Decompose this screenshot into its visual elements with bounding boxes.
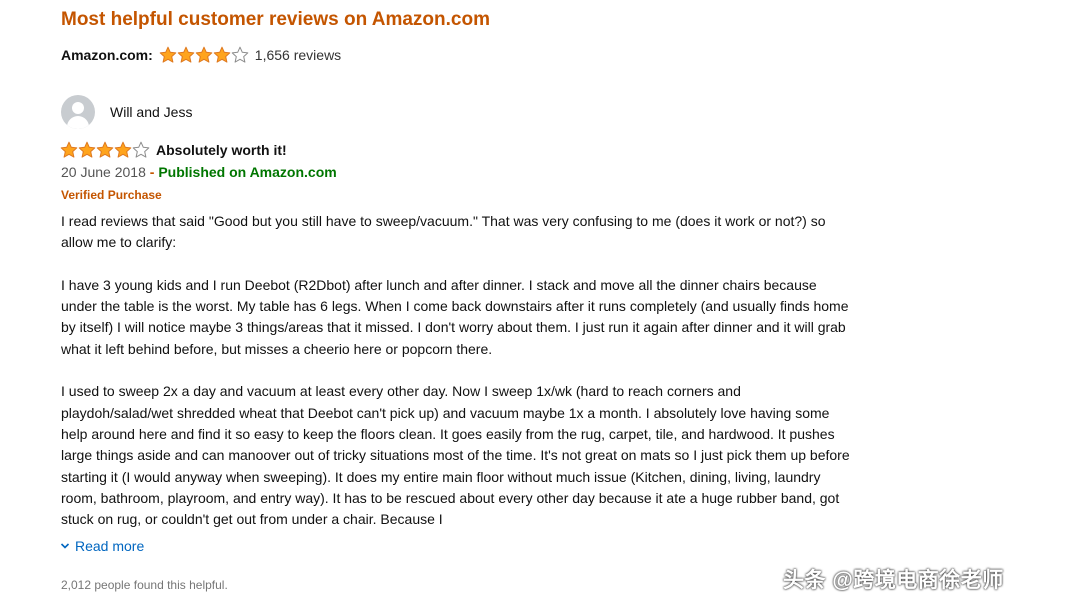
review-paragraph-2: I have 3 young kids and I run Deebot (R2… (61, 276, 849, 357)
reviewer-profile[interactable]: Will and Jess (61, 95, 192, 129)
review-title[interactable]: Absolutely worth it! (156, 142, 287, 158)
published-on-label: Published on Amazon.com (158, 164, 337, 180)
avatar (61, 95, 95, 129)
star-filled-icon (177, 46, 195, 63)
star-filled-icon (195, 46, 213, 63)
review-rating-row: Absolutely worth it! (60, 141, 287, 159)
summary-label: Amazon.com: (61, 47, 153, 63)
summary-rating: Amazon.com: 1,656 reviews (61, 46, 341, 64)
verified-purchase-badge: Verified Purchase (61, 188, 162, 202)
read-more-label[interactable]: Read more (75, 538, 144, 554)
avatar-body-shape (67, 116, 89, 129)
star-filled-icon (96, 141, 114, 158)
watermark: 头条 @跨境电商徐老师 (783, 569, 1004, 592)
review-star-rating[interactable] (60, 141, 150, 159)
reviewer-name[interactable]: Will and Jess (110, 104, 192, 120)
review-paragraph-3: I used to sweep 2x a day and vacuum at l… (61, 383, 850, 528)
star-filled-icon (213, 46, 231, 63)
review-count-link[interactable]: 1,656 reviews (255, 47, 341, 63)
star-filled-icon (159, 46, 177, 63)
summary-star-rating[interactable] (159, 46, 249, 64)
chevron-down-icon (60, 543, 70, 549)
star-empty-icon (132, 141, 150, 158)
star-filled-icon (78, 141, 96, 158)
section-heading: Most helpful customer reviews on Amazon.… (61, 9, 490, 30)
avatar-head-shape (72, 102, 84, 114)
review-date: 20 June 2018 (61, 164, 146, 180)
review-meta: 20 June 2018 - Published on Amazon.com (61, 164, 337, 180)
meta-separator: - (145, 164, 159, 180)
helpful-count: 2,012 people found this helpful. (61, 578, 228, 592)
read-more-link[interactable]: Read more (60, 538, 144, 554)
review-paragraph-1: I read reviews that said "Good but you s… (61, 213, 826, 251)
star-filled-icon (60, 141, 78, 158)
star-empty-icon (231, 46, 249, 63)
review-body: I read reviews that said "Good but you s… (61, 211, 851, 529)
star-filled-icon (114, 141, 132, 158)
